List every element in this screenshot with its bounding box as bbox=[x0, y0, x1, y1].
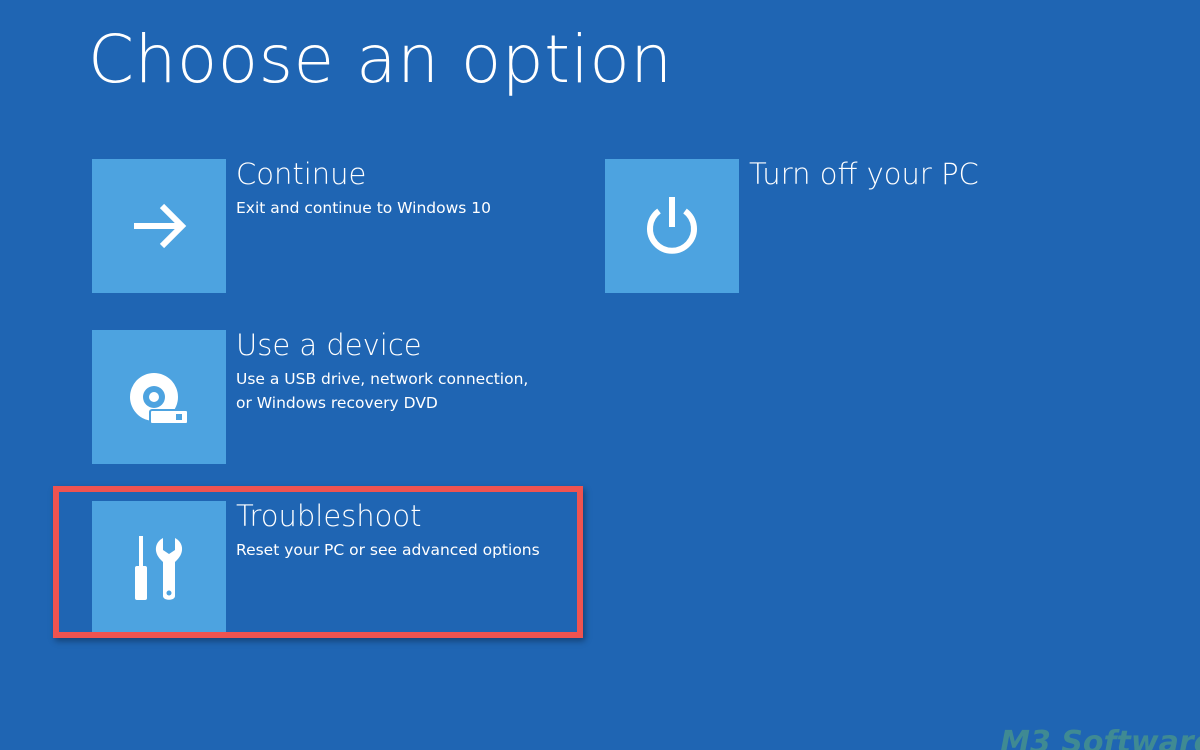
tools-icon bbox=[135, 536, 183, 600]
turn-off-option[interactable]: Turn off your PC bbox=[605, 157, 979, 293]
arrow-right-icon bbox=[134, 203, 187, 249]
continue-option[interactable]: Continue Exit and continue to Windows 10 bbox=[92, 157, 491, 293]
troubleshoot-option[interactable]: Troubleshoot Reset your PC or see advanc… bbox=[92, 499, 540, 635]
use-device-description: Use a USB drive, network connection, or … bbox=[236, 367, 528, 415]
troubleshoot-description: Reset your PC or see advanced options bbox=[236, 540, 540, 559]
page-title: Choose an option bbox=[88, 21, 673, 98]
use-device-option[interactable]: Use a device Use a USB drive, network co… bbox=[92, 328, 528, 464]
use-device-description-line-1: Use a USB drive, network connection, bbox=[236, 369, 529, 388]
recovery-screen: Choose an option Continue Exit and conti… bbox=[0, 0, 1200, 750]
continue-label: Continue bbox=[236, 157, 367, 191]
turn-off-tile[interactable] bbox=[605, 159, 739, 293]
troubleshoot-text: Troubleshoot Reset your PC or see advanc… bbox=[236, 499, 540, 562]
troubleshoot-tile[interactable] bbox=[92, 501, 226, 635]
turn-off-text: Turn off your PC bbox=[749, 157, 979, 192]
use-device-tile[interactable] bbox=[92, 330, 226, 464]
use-device-description-line-2: or Windows recovery DVD bbox=[236, 393, 438, 412]
disc-drive-icon bbox=[130, 373, 189, 425]
power-icon bbox=[647, 197, 697, 254]
troubleshoot-label: Troubleshoot bbox=[236, 499, 422, 533]
watermark: M3 Software bbox=[1000, 725, 1200, 750]
continue-text: Continue Exit and continue to Windows 10 bbox=[236, 157, 491, 220]
turn-off-label: Turn off your PC bbox=[749, 157, 979, 191]
use-device-text: Use a device Use a USB drive, network co… bbox=[236, 328, 528, 415]
continue-description: Exit and continue to Windows 10 bbox=[236, 198, 492, 217]
continue-tile[interactable] bbox=[92, 159, 226, 293]
use-device-label: Use a device bbox=[236, 328, 422, 362]
